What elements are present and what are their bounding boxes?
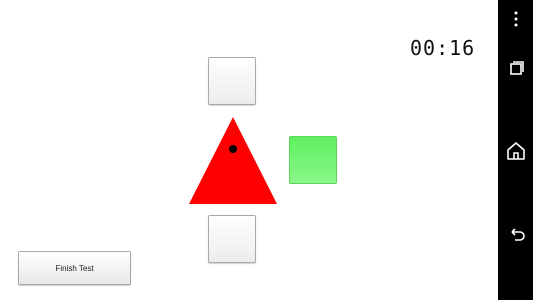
home-button[interactable] bbox=[503, 138, 528, 163]
timer: 00:16 bbox=[410, 36, 476, 60]
back-button[interactable] bbox=[503, 221, 528, 246]
back-icon bbox=[510, 227, 525, 241]
home-icon bbox=[506, 141, 525, 160]
top-target-tile[interactable] bbox=[208, 57, 256, 105]
navigation-bar bbox=[498, 0, 533, 300]
right-target-tile-active[interactable] bbox=[289, 136, 337, 184]
finish-test-button[interactable]: Finish Test bbox=[18, 251, 131, 285]
test-screen: 00:16 Finish Test bbox=[0, 0, 533, 300]
bottom-target-tile[interactable] bbox=[208, 215, 256, 263]
red-triangle bbox=[189, 117, 277, 204]
triangle-shape bbox=[189, 117, 277, 204]
triangle-dot bbox=[229, 145, 237, 153]
overflow-menu-icon bbox=[514, 11, 517, 26]
overflow-menu-button[interactable] bbox=[503, 6, 528, 31]
recent-apps-button[interactable] bbox=[503, 55, 528, 80]
recent-apps-icon bbox=[509, 60, 524, 75]
